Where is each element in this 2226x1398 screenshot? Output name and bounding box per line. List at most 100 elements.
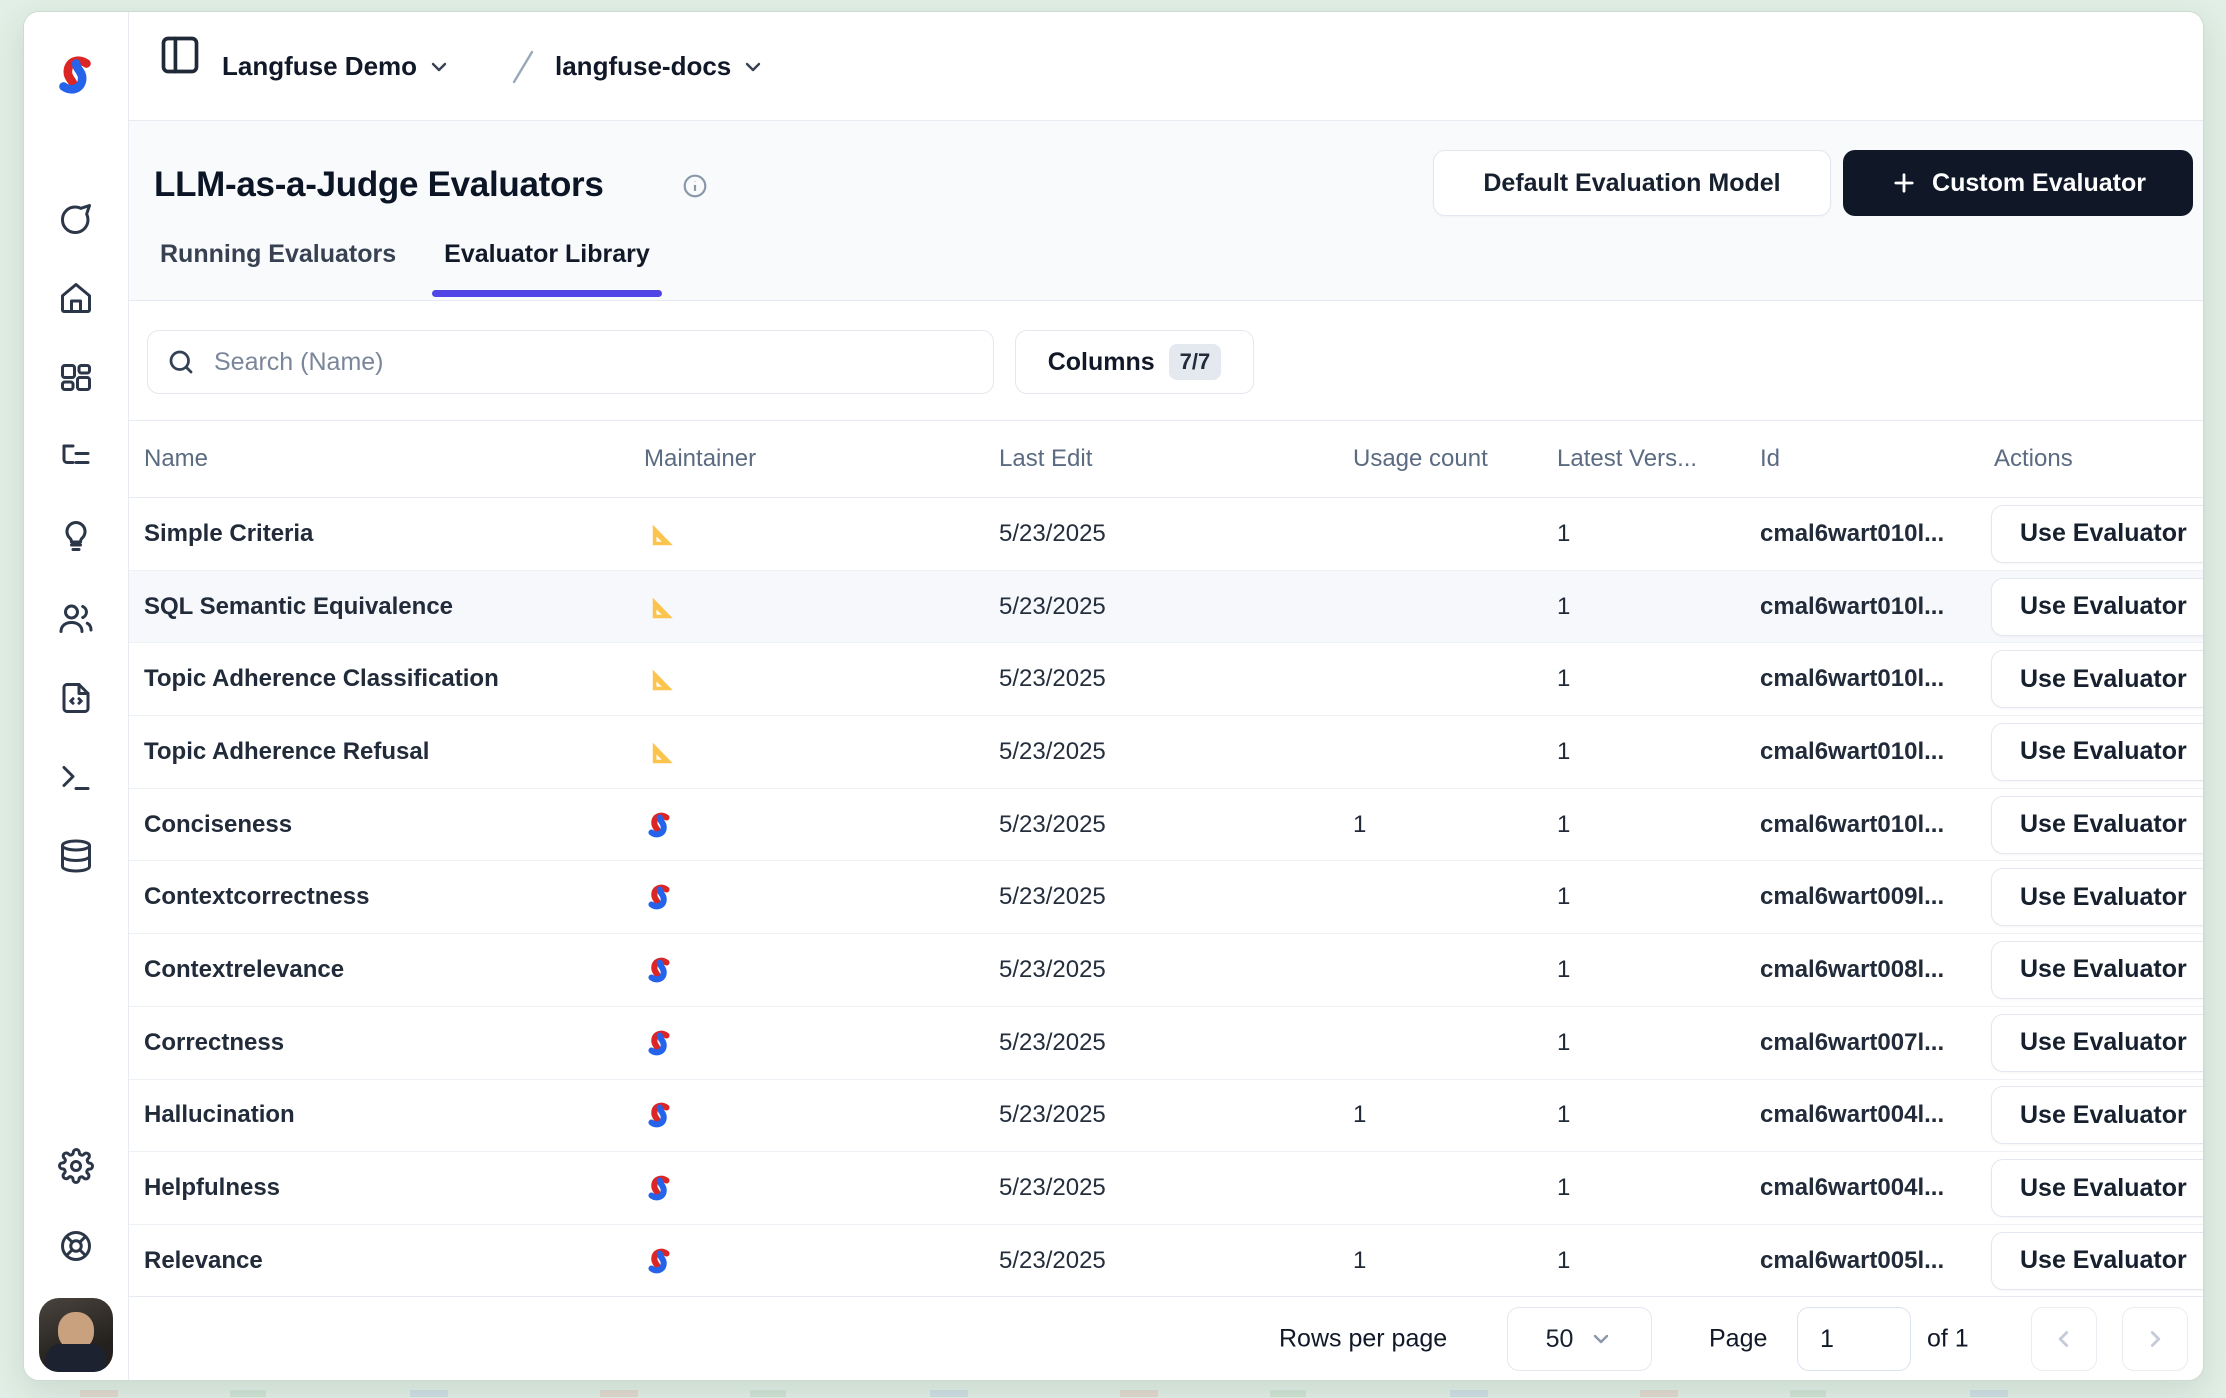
list-tree-icon[interactable] xyxy=(58,440,94,476)
use-evaluator-button[interactable]: Use Evaluator xyxy=(1991,1232,2203,1290)
screen-edge-artifacts xyxy=(80,1390,2146,1397)
use-evaluator-button[interactable]: Use Evaluator xyxy=(1991,1014,2203,1072)
column-header-actions[interactable]: Actions xyxy=(1994,445,2073,473)
evaluator-name: Hallucination xyxy=(144,1101,295,1129)
life-buoy-icon[interactable] xyxy=(58,1228,94,1264)
evaluator-id: cmal6wart009l... xyxy=(1760,883,1944,911)
column-header-name[interactable]: Name xyxy=(144,445,208,473)
evaluator-id: cmal6wart005l... xyxy=(1760,1247,1944,1275)
latest-version: 1 xyxy=(1557,593,1570,621)
file-code-icon[interactable] xyxy=(58,680,94,716)
rows-per-page-select[interactable]: 50 xyxy=(1507,1307,1652,1371)
search-input[interactable] xyxy=(214,348,975,377)
last-edit-date: 5/23/2025 xyxy=(999,738,1106,766)
default-evaluation-model-button[interactable]: Default Evaluation Model xyxy=(1433,150,1831,216)
evaluator-name: Topic Adherence Refusal xyxy=(144,738,429,766)
org-name: Langfuse Demo xyxy=(222,51,417,82)
evaluator-id: cmal6wart008l... xyxy=(1760,956,1944,984)
sidebar xyxy=(24,12,129,1380)
langfuse-logo-icon xyxy=(644,955,674,985)
langfuse-logo-icon xyxy=(644,1100,674,1130)
table-row[interactable]: Relevance 5/23/2025 1 1 cmal6wart005l...… xyxy=(129,1225,2203,1296)
table-row[interactable]: SQL Semantic Equivalence 5/23/2025 1 cma… xyxy=(129,571,2203,644)
use-evaluator-button[interactable]: Use Evaluator xyxy=(1991,941,2203,999)
page-total-label: of 1 xyxy=(1927,1324,1969,1353)
maintainer-cell xyxy=(644,1173,674,1203)
table-row[interactable]: Helpfulness 5/23/2025 1 cmal6wart004l...… xyxy=(129,1152,2203,1225)
next-page-button[interactable] xyxy=(2122,1307,2188,1371)
evaluator-id: cmal6wart004l... xyxy=(1760,1174,1944,1202)
evaluator-name: Relevance xyxy=(144,1247,263,1275)
last-edit-date: 5/23/2025 xyxy=(999,956,1106,984)
langfuse-logo-icon[interactable] xyxy=(52,52,98,98)
terminal-icon[interactable] xyxy=(58,760,94,796)
use-evaluator-button[interactable]: Use Evaluator xyxy=(1991,723,2203,781)
use-evaluator-button[interactable]: Use Evaluator xyxy=(1991,1086,2203,1144)
breadcrumb-project[interactable]: langfuse-docs xyxy=(555,12,765,121)
table-row[interactable]: Hallucination 5/23/2025 1 1 cmal6wart004… xyxy=(129,1080,2203,1153)
columns-button[interactable]: Columns 7/7 xyxy=(1015,330,1254,394)
use-evaluator-button[interactable]: Use Evaluator xyxy=(1991,505,2203,563)
column-header-maintainer[interactable]: Maintainer xyxy=(644,445,756,473)
tab-evaluator-library[interactable]: Evaluator Library xyxy=(438,240,656,300)
table-row[interactable]: Topic Adherence Refusal 5/23/2025 1 cmal… xyxy=(129,716,2203,789)
table-row[interactable]: Simple Criteria 5/23/2025 1 cmal6wart010… xyxy=(129,498,2203,571)
settings-gear-icon[interactable] xyxy=(58,1148,94,1184)
home-icon[interactable] xyxy=(58,280,94,316)
usage-count: 1 xyxy=(1353,1247,1366,1275)
evaluator-name: Helpfulness xyxy=(144,1174,280,1202)
latest-version: 1 xyxy=(1557,1247,1570,1275)
lightbulb-icon[interactable] xyxy=(58,518,94,554)
latest-version: 1 xyxy=(1557,520,1570,548)
usage-count: 1 xyxy=(1353,811,1366,839)
maintainer-cell xyxy=(644,810,674,840)
latest-version: 1 xyxy=(1557,1029,1570,1057)
use-evaluator-button[interactable]: Use Evaluator xyxy=(1991,650,2203,708)
table-row[interactable]: Correctness 5/23/2025 1 cmal6wart007l...… xyxy=(129,1007,2203,1080)
page-label: Page xyxy=(1709,1324,1767,1353)
use-evaluator-button[interactable]: Use Evaluator xyxy=(1991,868,2203,926)
use-evaluator-button[interactable]: Use Evaluator xyxy=(1991,796,2203,854)
column-header-usage-count[interactable]: Usage count xyxy=(1353,445,1488,473)
users-icon[interactable] xyxy=(58,600,94,636)
database-icon[interactable] xyxy=(58,838,94,874)
last-edit-date: 5/23/2025 xyxy=(999,883,1106,911)
table-row[interactable]: Contextrelevance 5/23/2025 1 cmal6wart00… xyxy=(129,934,2203,1007)
maintainer-cell xyxy=(644,737,674,767)
tab-bar: Running Evaluators Evaluator Library xyxy=(154,240,656,300)
user-avatar[interactable] xyxy=(39,1298,113,1372)
table-row[interactable]: Topic Adherence Classification 5/23/2025… xyxy=(129,643,2203,716)
message-circle-search-icon[interactable] xyxy=(58,201,94,237)
panel-left-toggle-icon[interactable] xyxy=(158,33,202,77)
evaluator-name: Contextrelevance xyxy=(144,956,344,984)
previous-page-button[interactable] xyxy=(2031,1307,2097,1371)
main-content: Columns 7/7 Name Maintainer Last Edit Us… xyxy=(129,301,2203,1380)
tab-running-evaluators[interactable]: Running Evaluators xyxy=(154,240,402,300)
langfuse-logo-icon xyxy=(644,810,674,840)
latest-version: 1 xyxy=(1557,1174,1570,1202)
chevron-down-icon xyxy=(427,55,451,79)
table-row[interactable]: Contextcorrectness 5/23/2025 1 cmal6wart… xyxy=(129,861,2203,934)
evaluator-name: Conciseness xyxy=(144,811,292,839)
column-header-id[interactable]: Id xyxy=(1760,445,1780,473)
table-row[interactable]: Conciseness 5/23/2025 1 1 cmal6wart010l.… xyxy=(129,789,2203,862)
maintainer-cell xyxy=(644,1100,674,1130)
column-header-last-edit[interactable]: Last Edit xyxy=(999,445,1092,473)
evaluator-id: cmal6wart007l... xyxy=(1760,1029,1944,1057)
latest-version: 1 xyxy=(1557,956,1570,984)
info-icon[interactable] xyxy=(682,173,708,199)
evaluator-id: cmal6wart010l... xyxy=(1760,520,1944,548)
search-box[interactable] xyxy=(147,330,994,394)
use-evaluator-button[interactable]: Use Evaluator xyxy=(1991,578,2203,636)
chevron-down-icon xyxy=(1589,1327,1613,1351)
maintainer-cell xyxy=(644,519,674,549)
column-header-latest-version[interactable]: Latest Vers... xyxy=(1557,445,1697,473)
use-evaluator-button[interactable]: Use Evaluator xyxy=(1991,1159,2203,1217)
layout-dashboard-icon[interactable] xyxy=(58,361,94,397)
last-edit-date: 5/23/2025 xyxy=(999,593,1106,621)
table-body: Simple Criteria 5/23/2025 1 cmal6wart010… xyxy=(129,498,2203,1296)
custom-evaluator-button[interactable]: Custom Evaluator xyxy=(1843,150,2193,216)
page-number-input[interactable] xyxy=(1797,1307,1911,1371)
breadcrumb-org[interactable]: Langfuse Demo xyxy=(222,12,451,121)
evaluator-name: Correctness xyxy=(144,1029,284,1057)
